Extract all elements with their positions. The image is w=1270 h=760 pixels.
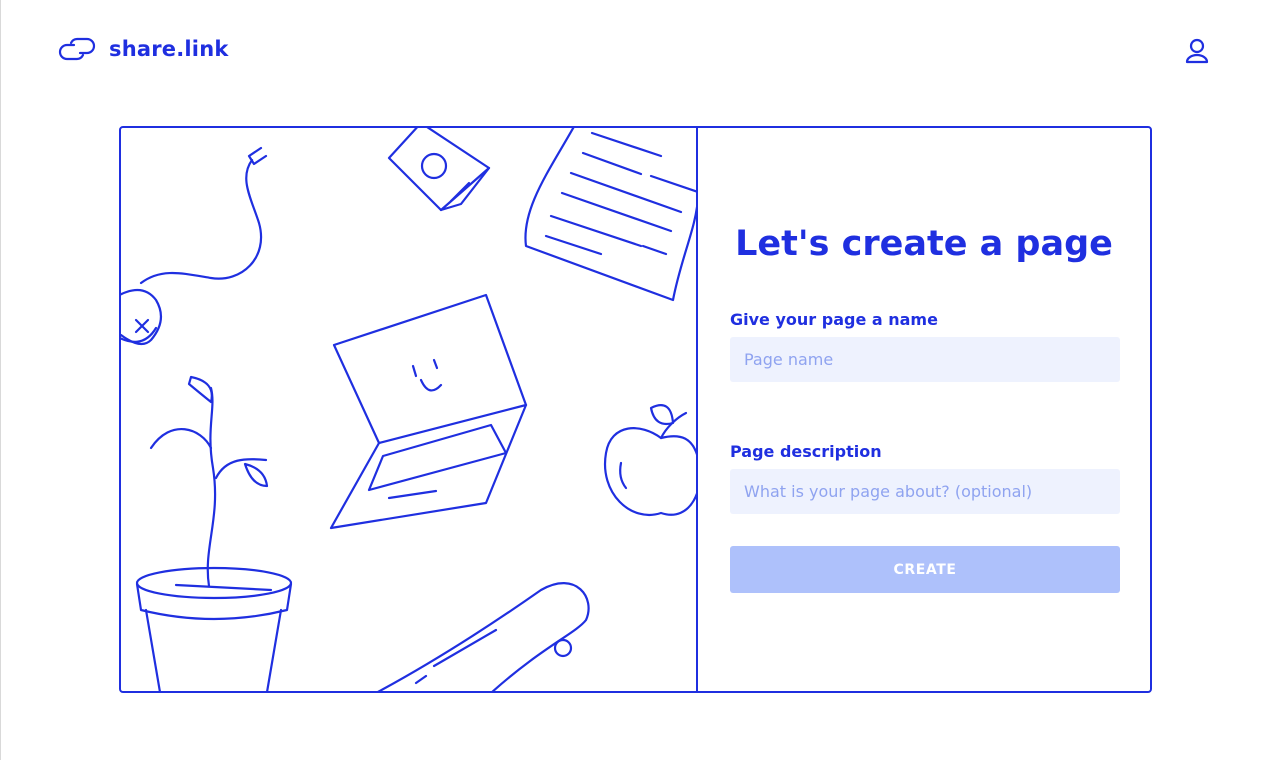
create-page-form: Let's create a page Give your page a nam… <box>698 128 1150 691</box>
create-page-card: Let's create a page Give your page a nam… <box>119 126 1152 693</box>
plant-icon <box>135 375 293 691</box>
page-name-label: Give your page a name <box>730 310 938 329</box>
apple-icon <box>603 404 696 516</box>
account-button[interactable] <box>1183 37 1211 65</box>
page-description-input[interactable] <box>730 469 1120 514</box>
brand-name: share.link <box>109 37 229 61</box>
mouse-icon <box>121 146 268 346</box>
illustration <box>121 128 696 691</box>
create-button[interactable]: CREATE <box>730 546 1120 593</box>
chain-link-icon <box>58 37 96 61</box>
camera-icon <box>387 128 491 212</box>
top-bar: share.link <box>1 0 1270 100</box>
page-name-input[interactable] <box>730 337 1120 382</box>
page-description-label: Page description <box>730 442 882 461</box>
form-title: Let's create a page <box>735 224 1113 264</box>
skateboard-icon <box>377 582 590 691</box>
laptop-icon <box>329 293 528 530</box>
document-icon <box>524 128 696 302</box>
illustration-panel <box>121 128 698 691</box>
user-icon <box>1185 38 1209 64</box>
brand-logo[interactable]: share.link <box>57 36 229 62</box>
